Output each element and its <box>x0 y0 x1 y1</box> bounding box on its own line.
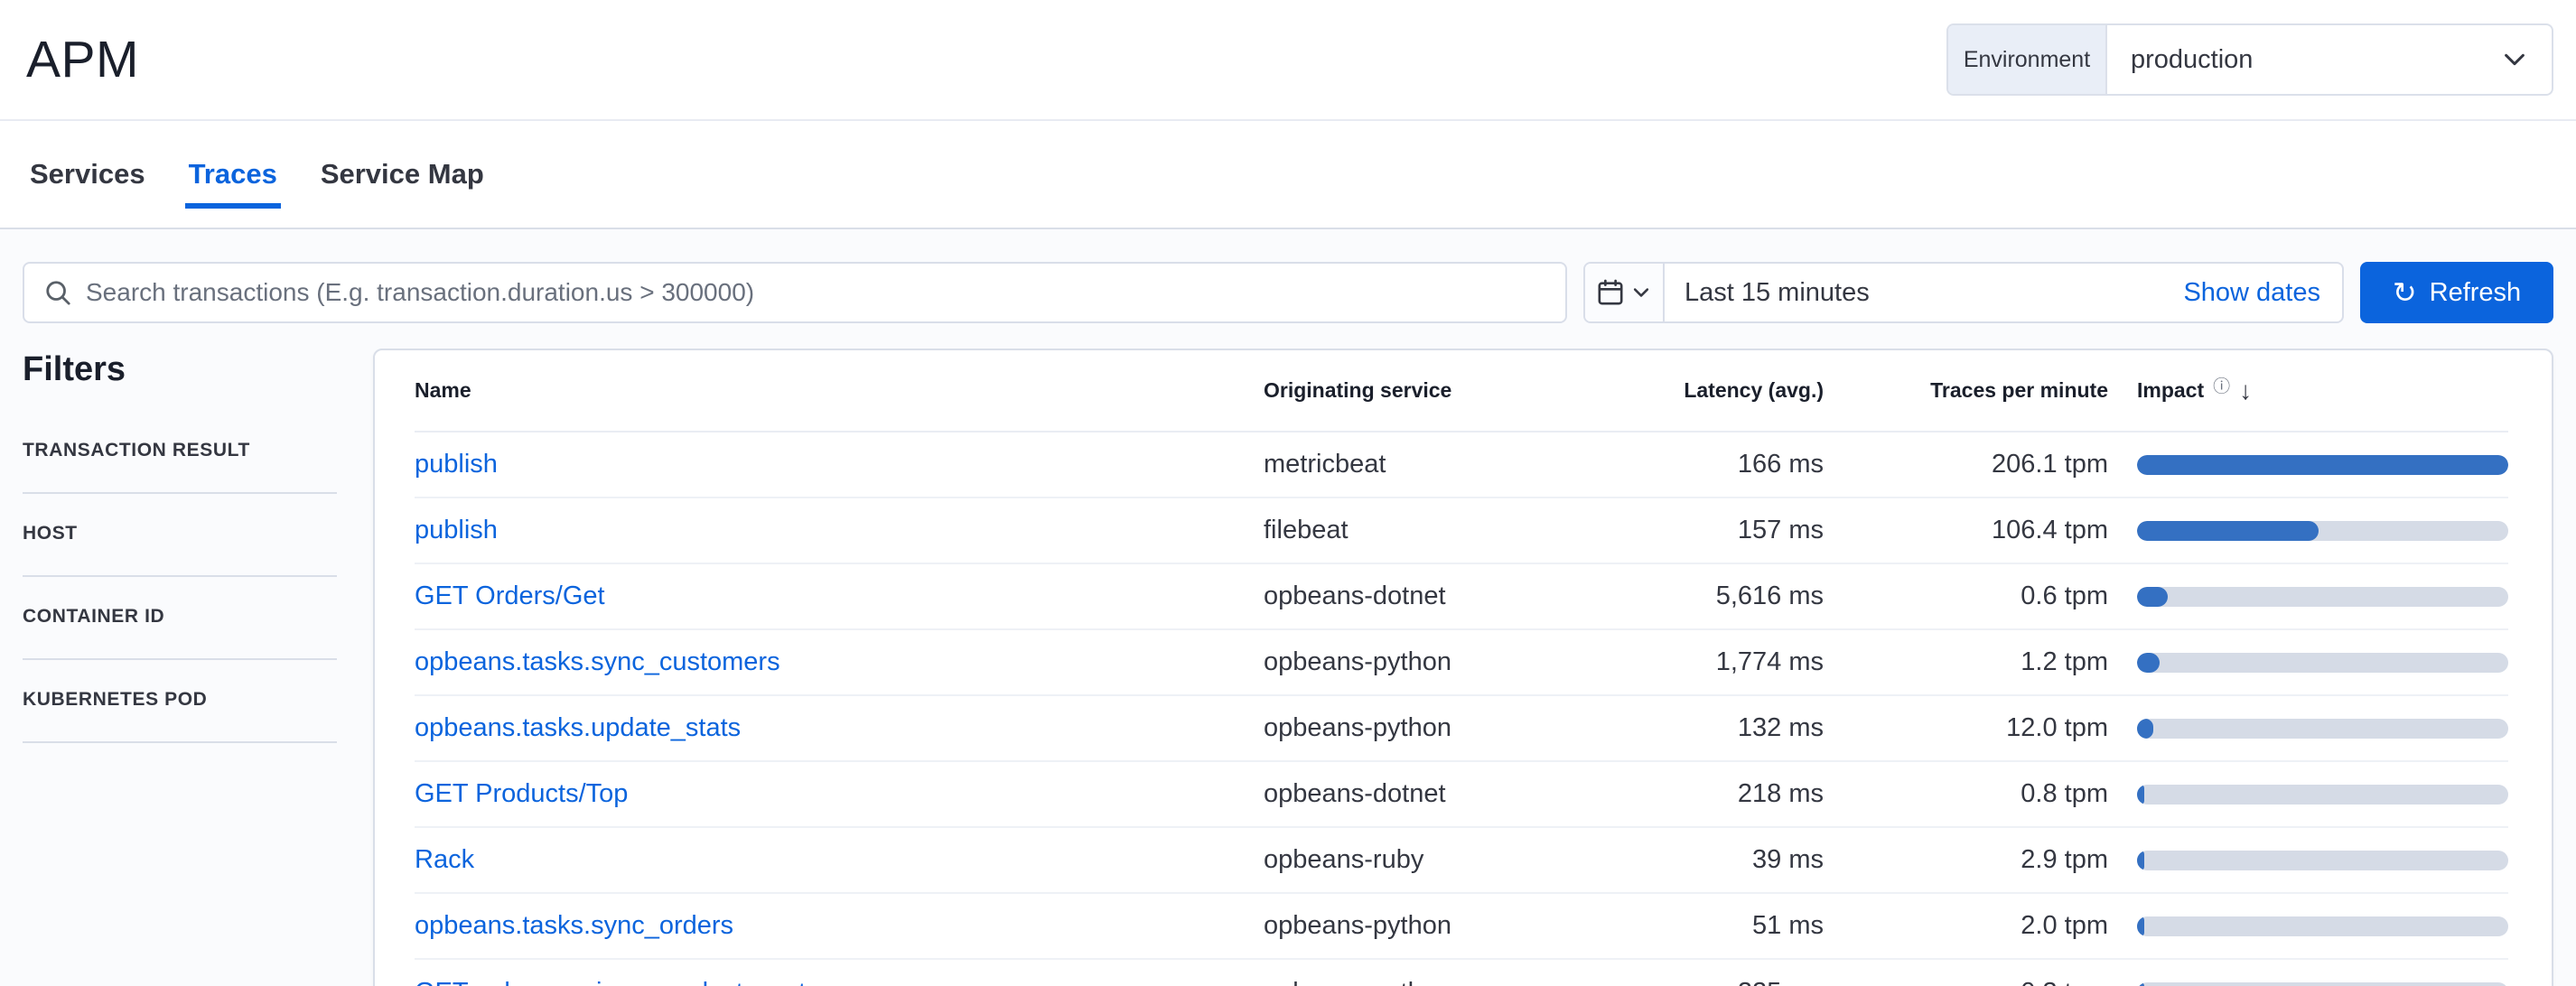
table-row: GET Orders/Get opbeans-dotnet 5,616 ms 0… <box>415 563 2508 629</box>
transaction-link[interactable]: opbeans.tasks.sync_customers <box>415 647 780 676</box>
column-header-name[interactable]: Name <box>415 350 1264 432</box>
refresh-button[interactable]: ↻ Refresh <box>2360 262 2553 323</box>
tpm-value: 2.9 tpm <box>1824 827 2108 893</box>
info-icon: ⓘ <box>2213 373 2230 397</box>
table-row: publish filebeat 157 ms 106.4 tpm <box>415 498 2508 563</box>
filters-title: Filters <box>23 350 337 389</box>
filter-kubernetes-pod[interactable]: KUBERNETES POD <box>23 660 337 743</box>
filters-sidebar: Filters TRANSACTION RESULT HOST CONTAINE… <box>23 349 337 743</box>
latency-value: 132 ms <box>1580 695 1824 761</box>
impact-bar <box>2137 982 2508 986</box>
table-row: Rack opbeans-ruby 39 ms 2.9 tpm <box>415 827 2508 893</box>
latency-value: 157 ms <box>1580 498 1824 563</box>
impact-header-label: Impact <box>2137 378 2204 403</box>
latency-value: 39 ms <box>1580 827 1824 893</box>
date-picker: Last 15 minutes Show dates <box>1583 262 2344 323</box>
impact-bar <box>2137 916 2508 936</box>
originating-service: filebeat <box>1264 498 1580 563</box>
chevron-down-icon <box>2501 46 2528 73</box>
latency-value: 1,774 ms <box>1580 629 1824 695</box>
traces-table: Name Originating service Latency (avg.) … <box>415 350 2508 986</box>
tpm-value: 206.1 tpm <box>1824 432 2108 498</box>
impact-bar <box>2137 851 2508 870</box>
filter-list: TRANSACTION RESULT HOST CONTAINER ID KUB… <box>23 411 337 743</box>
table-header-row: Name Originating service Latency (avg.) … <box>415 350 2508 432</box>
originating-service: opbeans-dotnet <box>1264 761 1580 827</box>
table-row: GET Products/Top opbeans-dotnet 218 ms 0… <box>415 761 2508 827</box>
transaction-link[interactable]: opbeans.tasks.sync_orders <box>415 911 733 940</box>
sort-desc-icon: ↓ <box>2239 377 2252 405</box>
transaction-link[interactable]: publish <box>415 516 498 544</box>
impact-bar <box>2137 653 2508 673</box>
table-row: opbeans.tasks.sync_customers opbeans-pyt… <box>415 629 2508 695</box>
search-toolbar: Last 15 minutes Show dates ↻ Refresh <box>0 229 2576 323</box>
search-icon <box>44 279 71 306</box>
refresh-label: Refresh <box>2430 278 2522 308</box>
transaction-link[interactable]: GET Orders/Get <box>415 581 605 610</box>
filter-host[interactable]: HOST <box>23 494 337 577</box>
environment-label: Environment <box>1948 25 2107 94</box>
tpm-value: 2.0 tpm <box>1824 893 2108 959</box>
transaction-link[interactable]: GET Products/Top <box>415 779 628 808</box>
originating-service: metricbeat <box>1264 432 1580 498</box>
tab-traces[interactable]: Traces <box>185 149 281 209</box>
search-box <box>23 262 1567 323</box>
latency-value: 166 ms <box>1580 432 1824 498</box>
time-range-value[interactable]: Last 15 minutes <box>1665 278 1870 308</box>
originating-service: opbeans-python <box>1264 893 1580 959</box>
column-header-originating-service[interactable]: Originating service <box>1264 350 1580 432</box>
tpm-value: 1.2 tpm <box>1824 629 2108 695</box>
impact-bar <box>2137 455 2508 475</box>
tpm-value: 12.0 tpm <box>1824 695 2108 761</box>
table-row: publish metricbeat 166 ms 206.1 tpm <box>415 432 2508 498</box>
filter-transaction-result[interactable]: TRANSACTION RESULT <box>23 411 337 494</box>
search-input[interactable] <box>86 278 1545 307</box>
tpm-value: 0.6 tpm <box>1824 563 2108 629</box>
filter-container-id[interactable]: CONTAINER ID <box>23 577 337 660</box>
environment-select[interactable]: production <box>2107 25 2552 94</box>
latency-value: 51 ms <box>1580 893 1824 959</box>
originating-service: opbeans-python <box>1264 695 1580 761</box>
originating-service: opbeans-python <box>1264 629 1580 695</box>
originating-service: opbeans-ruby <box>1264 827 1580 893</box>
tab-services[interactable]: Services <box>26 149 149 209</box>
transaction-link[interactable]: publish <box>415 450 498 479</box>
impact-bar <box>2137 521 2508 541</box>
table-row: opbeans.tasks.update_stats opbeans-pytho… <box>415 695 2508 761</box>
tpm-value: 0.8 tpm <box>1824 761 2108 827</box>
latency-value: 225 ms <box>1580 959 1824 986</box>
page-body: Last 15 minutes Show dates ↻ Refresh Fil… <box>0 229 2576 986</box>
impact-bar <box>2137 719 2508 739</box>
primary-tabs: Services Traces Service Map <box>0 121 2576 229</box>
traces-table-panel: Name Originating service Latency (avg.) … <box>373 349 2553 986</box>
impact-bar <box>2137 785 2508 805</box>
tpm-value: 106.4 tpm <box>1824 498 2108 563</box>
environment-control: Environment production <box>1946 23 2553 96</box>
calendar-icon <box>1597 279 1624 306</box>
tab-service-map[interactable]: Service Map <box>317 149 488 209</box>
column-header-impact[interactable]: Impact ⓘ ↓ <box>2108 350 2508 432</box>
transaction-link[interactable]: GET opbeans.views.product_customers <box>415 978 879 986</box>
latency-value: 5,616 ms <box>1580 563 1824 629</box>
page-title: APM <box>26 30 139 89</box>
table-row: GET opbeans.views.product_customers opbe… <box>415 959 2508 986</box>
show-dates-link[interactable]: Show dates <box>2183 278 2342 308</box>
tpm-value: 0.3 tpm <box>1824 959 2108 986</box>
column-header-tpm[interactable]: Traces per minute <box>1824 350 2108 432</box>
content-area: Filters TRANSACTION RESULT HOST CONTAINE… <box>0 323 2576 986</box>
latency-value: 218 ms <box>1580 761 1824 827</box>
calendar-button[interactable] <box>1585 264 1665 321</box>
chevron-down-icon <box>1631 283 1651 302</box>
transaction-link[interactable]: Rack <box>415 845 474 874</box>
table-row: opbeans.tasks.sync_orders opbeans-python… <box>415 893 2508 959</box>
impact-bar <box>2137 587 2508 607</box>
environment-value: production <box>2131 45 2490 75</box>
transaction-link[interactable]: opbeans.tasks.update_stats <box>415 713 741 742</box>
column-header-latency[interactable]: Latency (avg.) <box>1580 350 1824 432</box>
originating-service: opbeans-dotnet <box>1264 563 1580 629</box>
top-header: APM Environment production <box>0 0 2576 121</box>
refresh-icon: ↻ <box>2393 278 2417 307</box>
originating-service: opbeans-python <box>1264 959 1580 986</box>
